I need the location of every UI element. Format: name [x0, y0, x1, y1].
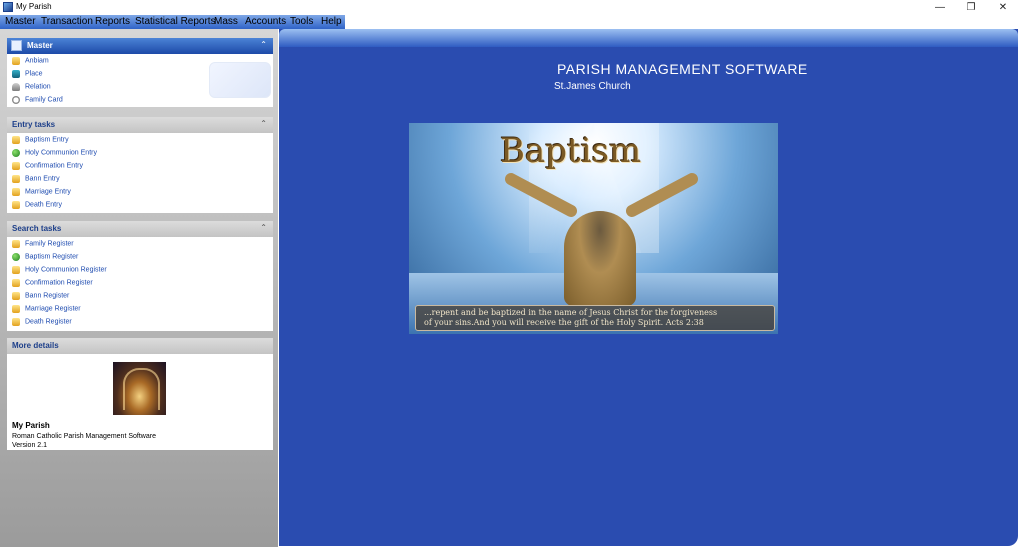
task-marriage-entry[interactable]: Marriage Entry: [12, 188, 71, 200]
menu-help[interactable]: Help: [321, 16, 342, 27]
task-pane: Master ⌃ Anbiam Place Relation Family Ca…: [0, 29, 278, 547]
master-watermark-icon: [209, 62, 271, 98]
folder-icon: [12, 305, 20, 313]
menu-accounts[interactable]: Accounts: [245, 16, 286, 27]
more-details-panel: More details My Parish Roman Catholic Pa…: [7, 338, 273, 450]
folder-icon: [12, 136, 20, 144]
task-family-card[interactable]: Family Card: [12, 96, 63, 108]
folder-icon: [12, 188, 20, 196]
menu-statistical-reports[interactable]: Statistical Reports: [135, 16, 216, 27]
close-button[interactable]: ✕: [988, 0, 1018, 15]
about-app-name: My Parish: [12, 421, 50, 430]
folder-icon: [12, 57, 20, 65]
menu-strip: Master Transaction Reports Statistical R…: [0, 15, 345, 29]
task-confirmation-entry[interactable]: Confirmation Entry: [12, 162, 83, 174]
menu-bar: Master Transaction Reports Statistical R…: [0, 15, 1020, 29]
baptism-banner-image: Baptism ...repent and be baptized in the…: [409, 123, 778, 334]
church-name: St.James Church: [554, 81, 631, 92]
entry-panel-header[interactable]: Entry tasks ⌃: [7, 117, 273, 133]
church-interior-image: [113, 362, 166, 415]
minimize-button[interactable]: —: [925, 0, 955, 15]
menu-master[interactable]: Master: [5, 16, 36, 27]
main-area: PARISH MANAGEMENT SOFTWARE St.James Chur…: [279, 29, 1018, 546]
master-icon: [11, 40, 22, 51]
folder-icon: [12, 162, 20, 170]
menu-transaction[interactable]: Transaction: [41, 16, 93, 27]
task-place[interactable]: Place: [12, 70, 43, 82]
folder-icon: [12, 279, 20, 287]
verse-line-2: of your sins.And you will receive the gi…: [424, 318, 704, 327]
main-area-header: [279, 29, 1018, 47]
task-baptism-entry[interactable]: Baptism Entry: [12, 136, 69, 148]
folder-icon: [12, 240, 20, 248]
praying-figure: [564, 211, 636, 306]
task-relation[interactable]: Relation: [12, 83, 51, 95]
task-confirmation-register[interactable]: Confirmation Register: [12, 279, 93, 291]
verse-caption: ...repent and be baptized in the name of…: [415, 305, 775, 331]
about-version: Version 2.1: [12, 442, 48, 449]
folder-icon: [12, 175, 20, 183]
more-details-header[interactable]: More details: [7, 338, 273, 354]
folder-icon: [12, 318, 20, 326]
menu-mass[interactable]: Mass: [214, 16, 238, 27]
task-marriage-register[interactable]: Marriage Register: [12, 305, 81, 317]
app-heading: PARISH MANAGEMENT SOFTWARE: [557, 61, 808, 77]
folder-icon: [12, 201, 20, 209]
task-anbiam[interactable]: Anbiam: [12, 57, 49, 69]
search-panel-title: Search tasks: [12, 224, 62, 233]
search-panel-header[interactable]: Search tasks ⌃: [7, 221, 273, 237]
verse-line-1: ...repent and be baptized in the name of…: [424, 308, 718, 317]
window-title: My Parish: [16, 2, 52, 11]
menu-tools[interactable]: Tools: [290, 16, 313, 27]
entry-panel: Entry tasks ⌃ Baptism Entry Holy Communi…: [7, 117, 273, 213]
task-holy-communion-register[interactable]: Holy Communion Register: [12, 266, 107, 278]
collapse-icon[interactable]: ⌃: [260, 40, 267, 49]
master-panel-header[interactable]: Master ⌃: [7, 38, 273, 54]
app-icon: [3, 2, 13, 12]
collapse-icon[interactable]: ⌃: [260, 119, 267, 128]
task-baptism-register[interactable]: Baptism Register: [12, 253, 78, 265]
task-bann-register[interactable]: Bann Register: [12, 292, 69, 304]
book-icon: [12, 70, 20, 78]
clock-icon: [12, 96, 20, 104]
globe-icon: [12, 149, 20, 157]
menu-reports[interactable]: Reports: [95, 16, 130, 27]
person-icon: [12, 83, 20, 91]
task-holy-communion-entry[interactable]: Holy Communion Entry: [12, 149, 97, 161]
maximize-button[interactable]: ❐: [956, 0, 986, 15]
task-family-register[interactable]: Family Register: [12, 240, 74, 252]
more-details-title: More details: [12, 341, 59, 350]
task-death-register[interactable]: Death Register: [12, 318, 72, 330]
globe-icon: [12, 253, 20, 261]
task-bann-entry[interactable]: Bann Entry: [12, 175, 60, 187]
title-bar: My Parish — ❐ ✕: [0, 0, 1020, 15]
entry-panel-title: Entry tasks: [12, 120, 56, 129]
collapse-icon[interactable]: ⌃: [260, 223, 267, 232]
folder-icon: [12, 292, 20, 300]
about-description: Roman Catholic Parish Management Softwar…: [12, 433, 156, 440]
master-panel-title: Master: [27, 41, 53, 50]
banner-title: Baptism: [500, 131, 642, 171]
folder-icon: [12, 266, 20, 274]
master-panel: Master ⌃ Anbiam Place Relation Family Ca…: [7, 38, 273, 107]
task-death-entry[interactable]: Death Entry: [12, 201, 62, 213]
search-panel: Search tasks ⌃ Family Register Baptism R…: [7, 221, 273, 331]
